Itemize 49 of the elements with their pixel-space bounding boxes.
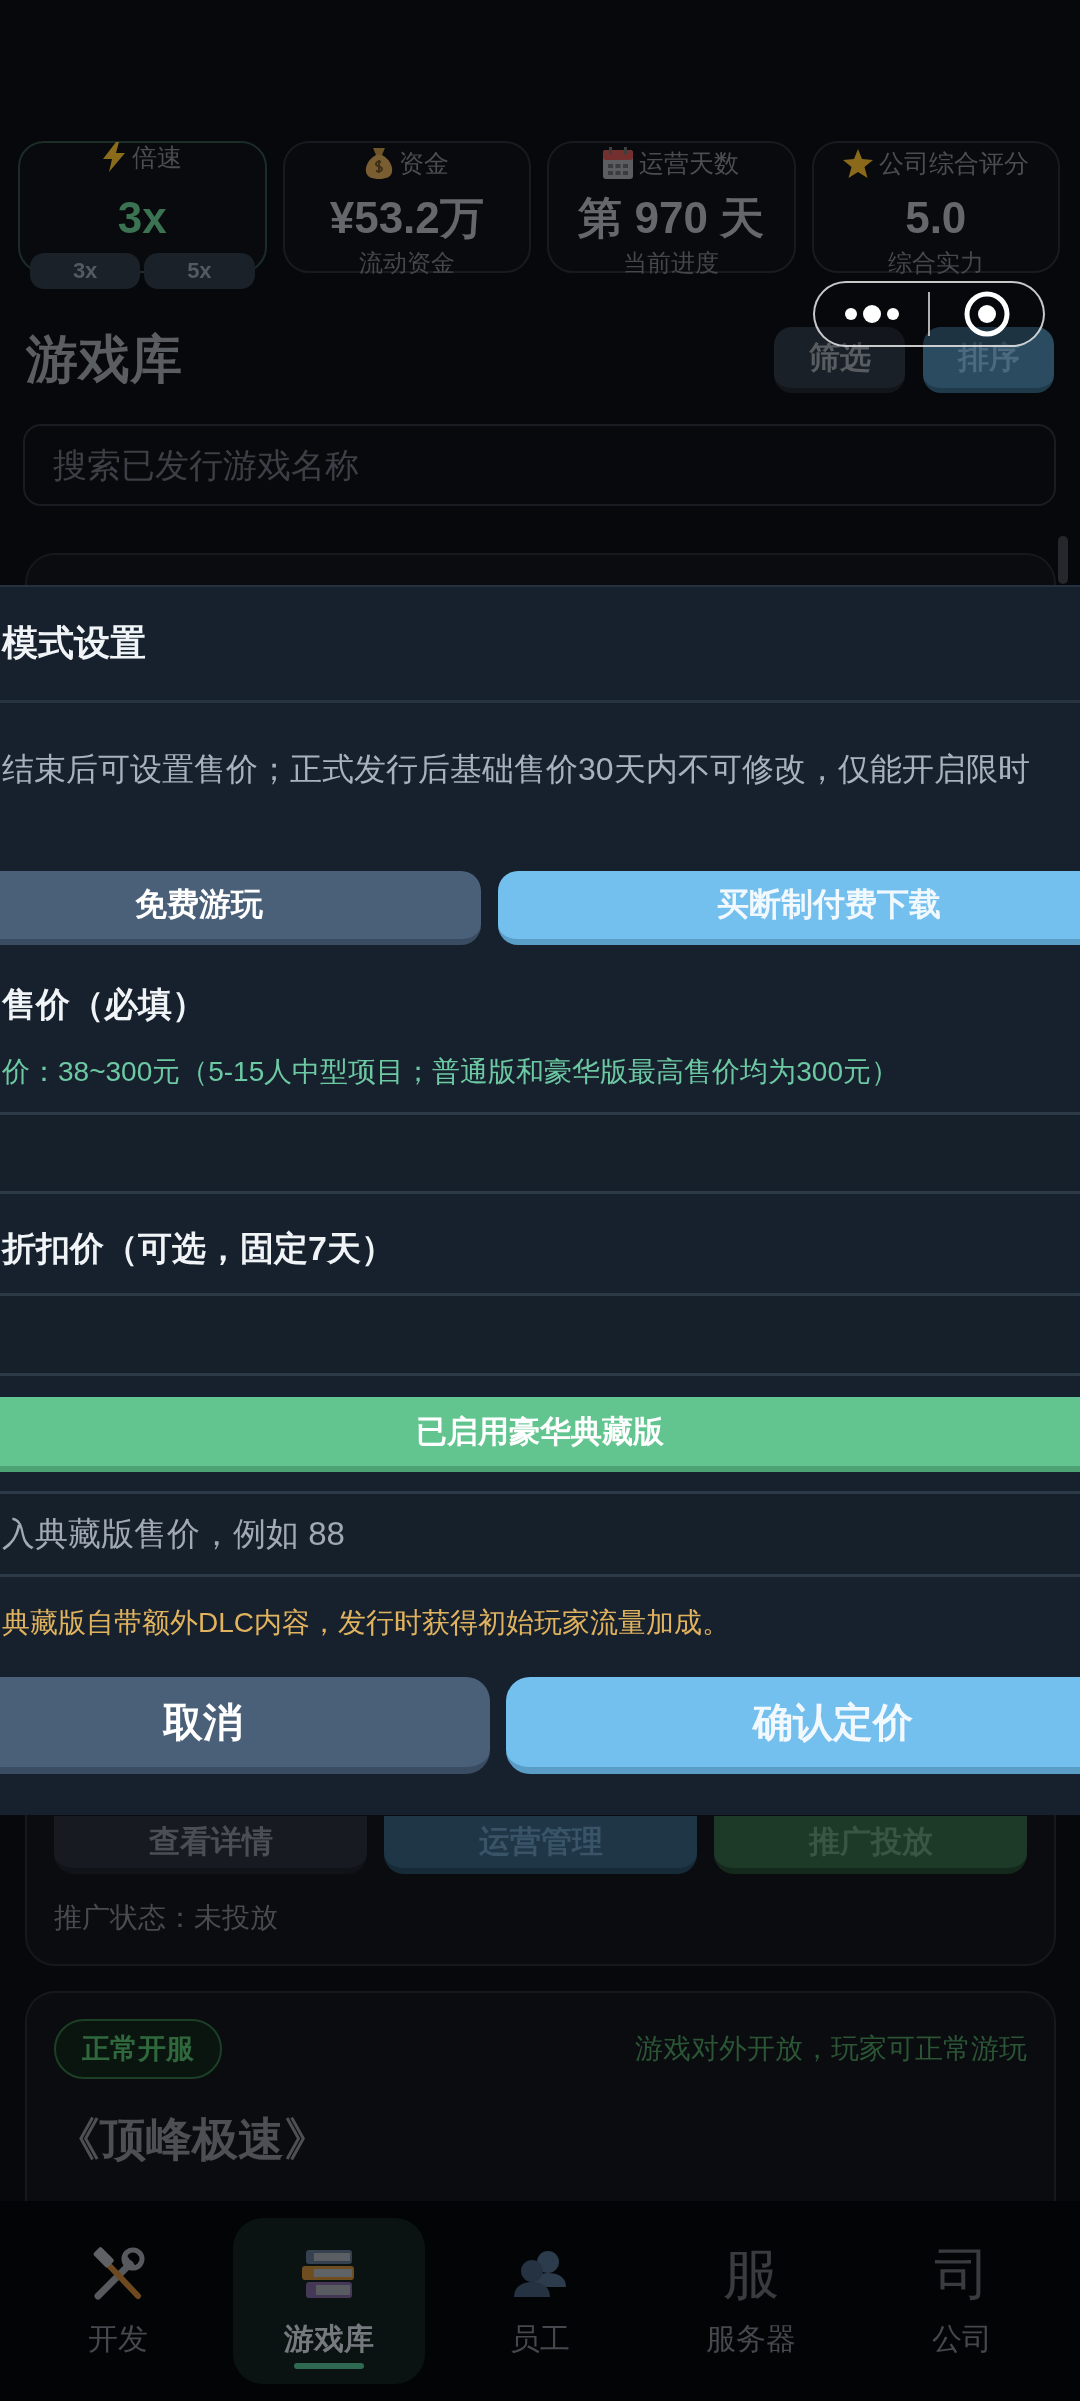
mode-option-button[interactable]: 免费游玩 [0, 871, 481, 945]
tab-indicator [293, 2363, 364, 2369]
people-icon [511, 2249, 568, 2299]
speed-option[interactable]: 5x [144, 253, 255, 289]
stat-caption: 当前进度 [623, 249, 720, 277]
field-label: 售价（必填） [2, 984, 206, 1025]
deluxe-toggle-button[interactable]: 已启用豪华典藏版 [0, 1397, 1080, 1472]
stat-caption: 综合实力 [887, 249, 984, 277]
star-icon [842, 148, 873, 178]
nav-tab[interactable]: 员工 [443, 2218, 636, 2384]
stat-label: 运营天数 [639, 147, 740, 179]
field-label: 折扣价（可选，固定7天） [2, 1228, 395, 1269]
nav-tab[interactable]: 服 服务器 [654, 2218, 847, 2384]
calendar-icon [603, 147, 634, 179]
discount-input-field[interactable] [0, 1293, 1080, 1376]
stat-caption: 流动资金 [358, 249, 455, 277]
game-title: 《顶峰极速》 [54, 2112, 331, 2167]
nav-tab[interactable]: 游戏库 [232, 2218, 425, 2384]
scrollbar-thumb [1058, 536, 1068, 584]
nav-tab[interactable]: 司 公司 [865, 2218, 1058, 2384]
stat-value: 5.0 [905, 192, 967, 244]
deluxe-price-field[interactable]: 入典藏版售价，例如 88 [0, 1491, 1080, 1577]
mode-option-button[interactable]: 买断制付费下载 [498, 871, 1080, 945]
dialog-description: 结束后可设置售价；正式发行后基础售价30天内不可修改，仅能开启限时 [2, 750, 1030, 789]
search-field[interactable]: 搜索已发行游戏名称 [23, 424, 1056, 506]
more-icon[interactable] [843, 304, 900, 324]
stat-value: ¥53.2万 [329, 192, 484, 244]
cancel-button[interactable]: 取消 [0, 1677, 490, 1774]
books-icon [301, 2248, 356, 2300]
deluxe-note: 典藏版自带额外DLC内容，发行时获得初始玩家流量加成。 [2, 1606, 730, 1640]
promotion-status: 推广状态：未投放 [54, 1901, 279, 1935]
nav-tab[interactable]: 开发 [21, 2218, 214, 2384]
page-title: 游戏库 [26, 329, 183, 390]
price-input-field[interactable] [0, 1112, 1080, 1194]
stat-label: 公司综合评分 [878, 147, 1029, 179]
stat-value: 第 970 天 [578, 192, 765, 244]
dialog-title: 模式设置 [2, 621, 146, 665]
stat-label: 资金 [398, 147, 449, 179]
confirm-button[interactable]: 确认定价 [506, 1677, 1080, 1774]
status-note: 游戏对外开放，玩家可正常游玩 [635, 2032, 1027, 2066]
speed-option[interactable]: 3x [30, 253, 141, 289]
status-badge: 正常开服 [54, 2019, 222, 2079]
circle-dot-icon[interactable] [963, 291, 1010, 337]
filter-button[interactable]: 筛选 [774, 327, 905, 393]
lightning-icon [102, 142, 127, 172]
stat-label: 倍速 [132, 141, 183, 173]
stat-value: 3x [117, 192, 167, 244]
price-hint: 价：38~300元（5-15人中型项目；普通版和豪华版最高售价均为300元） [2, 1055, 899, 1089]
money-bag-icon [364, 147, 393, 179]
